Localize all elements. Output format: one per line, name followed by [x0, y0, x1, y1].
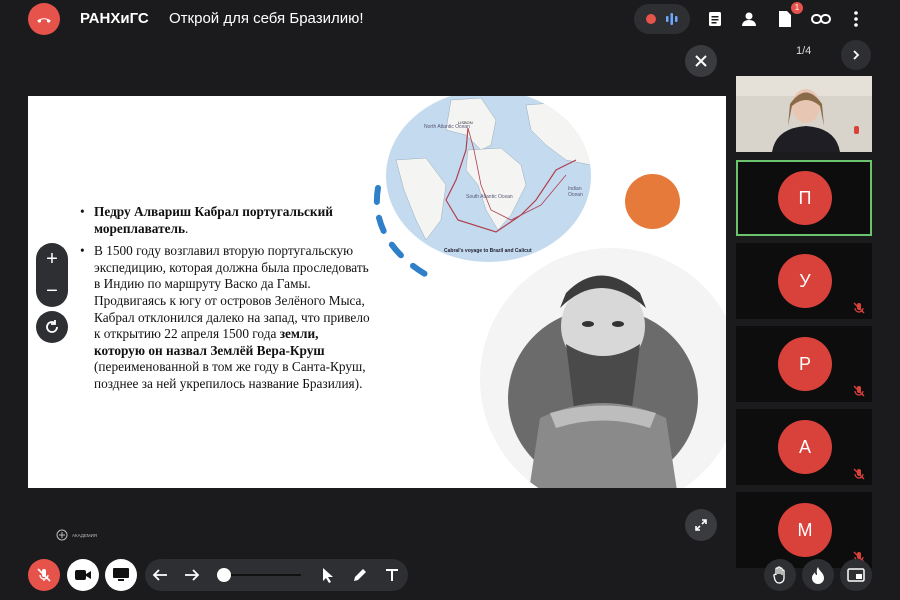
bullet-text: (переименованной в том же году в Санта-К…	[94, 359, 366, 391]
more-menu-icon[interactable]	[845, 8, 867, 30]
hand-icon	[773, 566, 785, 584]
participant-tile[interactable]: А	[736, 409, 872, 485]
conference-app: РАНХиГС Открой для себя Бразилию! 1 Nort…	[0, 0, 900, 600]
top-bar: РАНХиГС Открой для себя Бразилию! 1	[0, 0, 900, 38]
microphone-toggle-button[interactable]	[28, 559, 60, 591]
recording-indicator[interactable]	[634, 4, 690, 34]
zoom-out-button[interactable]: −	[36, 275, 68, 307]
academy-logo: АКАДЕМИЯ	[56, 529, 97, 541]
record-dot-icon	[645, 14, 656, 24]
arrow-right-icon	[185, 569, 200, 581]
webcam-video	[736, 76, 872, 152]
muted-mic-icon	[853, 468, 865, 480]
mic-off-icon	[37, 568, 51, 582]
link-icon[interactable]	[810, 8, 832, 30]
reactions-button[interactable]	[802, 559, 834, 591]
end-call-button[interactable]	[28, 3, 60, 35]
cabral-portrait	[480, 248, 726, 488]
video-camera-icon	[75, 570, 91, 580]
muted-mic-icon	[853, 385, 865, 397]
text-icon	[386, 569, 398, 581]
participant-tile[interactable]: П	[736, 160, 872, 236]
portrait-drawing	[508, 275, 698, 488]
decorative-circle	[625, 174, 680, 229]
decorative-arc	[374, 185, 439, 283]
text-tool-button[interactable]	[381, 564, 403, 586]
picture-in-picture-button[interactable]	[840, 559, 872, 591]
rotate-icon	[46, 320, 58, 333]
previous-slide-button[interactable]	[149, 564, 171, 586]
participant-tile[interactable]: У	[736, 243, 872, 319]
close-icon	[695, 55, 707, 67]
next-page-button[interactable]	[841, 40, 871, 70]
pager-label: 1/4	[796, 45, 812, 57]
zoom-controls: + −	[36, 243, 68, 307]
map-label: Indian Ocean	[568, 186, 583, 198]
reset-zoom-button[interactable]	[36, 311, 68, 343]
monitor-icon	[113, 568, 129, 581]
annotation-toolbar	[145, 559, 408, 591]
brand-name: РАНХиГС	[80, 10, 149, 27]
bullet-text: В 1500 году возглавил вторую португальск…	[94, 243, 370, 342]
notes-icon[interactable]	[704, 8, 726, 30]
screen-share-button[interactable]	[105, 559, 137, 591]
participants-pager: 1/4	[736, 40, 872, 70]
conference-title: Открой для себя Бразилию!	[169, 10, 364, 27]
bullet-text: .	[185, 220, 189, 236]
map-label: South Atlantic Ocean	[466, 194, 513, 200]
academy-emblem-icon	[56, 529, 68, 541]
avatar: У	[778, 254, 832, 308]
expand-icon	[695, 519, 707, 531]
muted-mic-icon	[853, 302, 865, 314]
slide-progress-track[interactable]	[225, 574, 301, 576]
hangup-icon	[37, 18, 51, 23]
avatar: М	[778, 503, 832, 557]
participant-video-tile[interactable]	[736, 76, 872, 152]
participant-tile[interactable]: Р	[736, 326, 872, 402]
avatar: Р	[778, 337, 832, 391]
fullscreen-button[interactable]	[685, 509, 717, 541]
zoom-in-button[interactable]: +	[36, 243, 68, 275]
participant-tile[interactable]: М	[736, 492, 872, 568]
slide-text: Педру Алвариш Кабрал португальский мореп…	[80, 204, 372, 399]
cursor-icon	[323, 568, 333, 583]
participants-icon[interactable]	[738, 8, 760, 30]
bullet-item: Педру Алвариш Кабрал португальский мореп…	[80, 204, 372, 237]
logo-text: АКАДЕМИЯ	[72, 532, 98, 538]
bullet-bold-text: Педру Алвариш Кабрал португальский мореп…	[94, 204, 333, 236]
pen-tool-button[interactable]	[349, 564, 371, 586]
next-slide-button[interactable]	[181, 564, 203, 586]
raise-hand-button[interactable]	[764, 559, 796, 591]
audio-level-icon	[665, 13, 677, 25]
avatar: А	[778, 420, 832, 474]
chevron-right-icon	[853, 50, 860, 60]
camera-toggle-button[interactable]	[67, 559, 99, 591]
pencil-icon	[354, 569, 366, 581]
pip-icon	[847, 568, 865, 582]
notification-badge: 1	[791, 2, 803, 14]
close-presentation-button[interactable]	[685, 45, 717, 77]
bullet-item: В 1500 году возглавил вторую португальск…	[80, 243, 372, 392]
avatar: П	[778, 171, 832, 225]
flame-icon	[812, 567, 824, 584]
pointer-tool-button[interactable]	[317, 564, 339, 586]
arrow-left-icon	[152, 569, 167, 581]
presentation-slide: North Atlantic Ocean South Atlantic Ocea…	[28, 96, 726, 488]
slide-progress-handle[interactable]	[217, 568, 231, 582]
map-label: LISBON	[458, 120, 473, 125]
